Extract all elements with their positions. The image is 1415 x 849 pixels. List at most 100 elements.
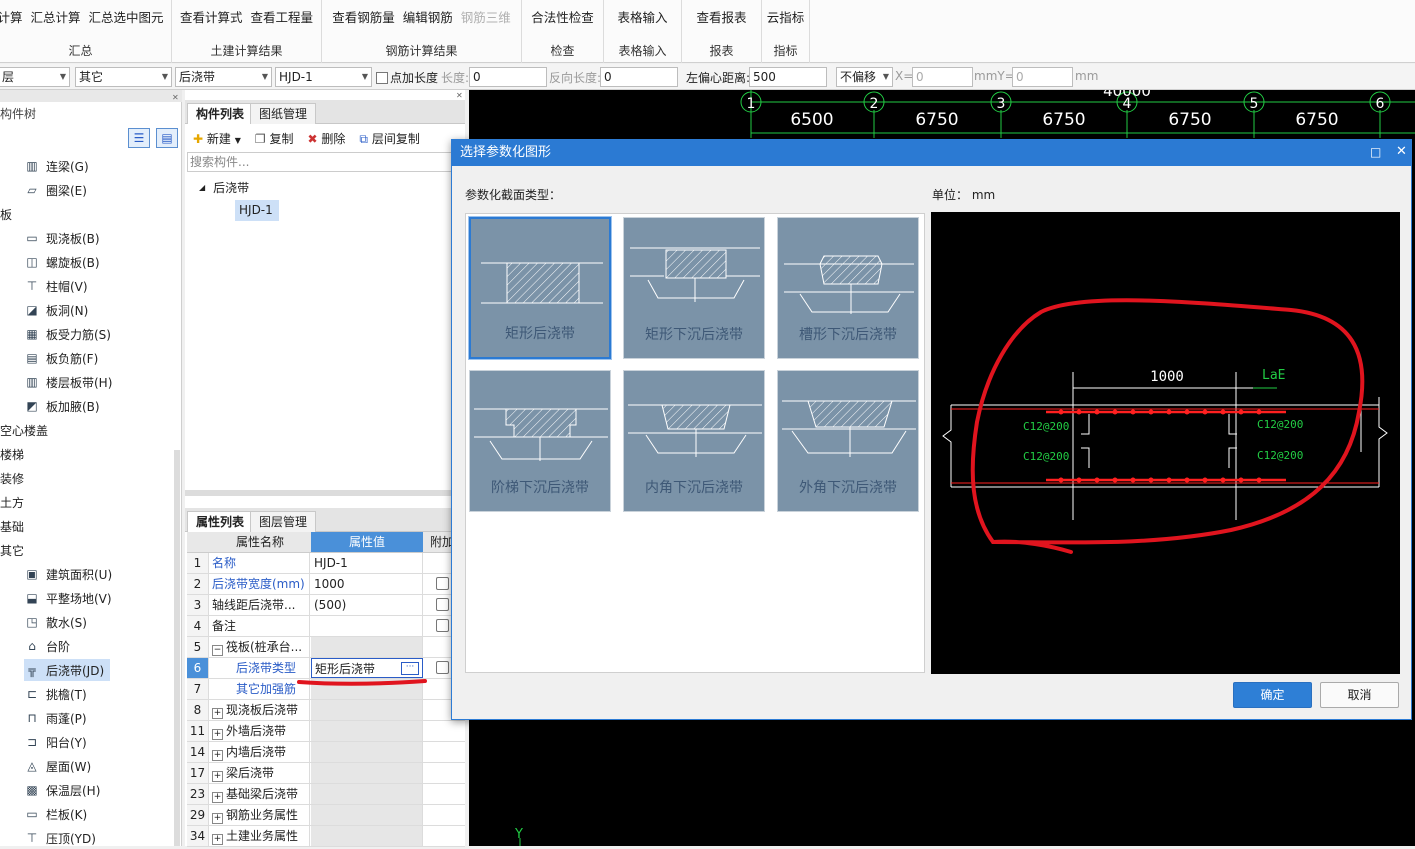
tree-item[interactable]: 楼梯 [0,443,24,465]
expand-icon[interactable]: + [212,750,223,761]
property-value[interactable] [311,742,423,762]
left-offset-input[interactable]: 500 [749,67,827,87]
tree-item-hjd1[interactable]: HJD-1 [235,200,279,221]
property-row[interactable]: 3 轴线距后浇带... (500) [187,595,465,616]
tree-item[interactable]: ▱ 圈梁(E) [24,179,87,201]
shape-option[interactable]: 矩形后浇带 [469,217,611,359]
floor-select[interactable]: 层 ▼ [0,67,70,87]
tree-item[interactable]: ▥ 连梁(G) [24,155,88,177]
property-row[interactable]: 5− 筏板(桩承台... [187,637,465,658]
property-row[interactable]: 8 + 现浇板后浇带 [187,700,465,721]
shape-option[interactable]: 槽形下沉后浇带 [777,217,919,359]
shape-option[interactable]: 内角下沉后浇带 [623,370,765,512]
close-icon[interactable]: ✕ [172,93,179,102]
ribbon-button[interactable]: 计算 [0,7,22,26]
tab-layer-manage[interactable]: 图层管理 [250,511,317,532]
grid-view-icon[interactable]: ▤ [156,128,178,148]
tree-item[interactable]: ⌂ 台阶 [24,635,70,657]
ribbon-button[interactable]: 查看钢筋量 [332,7,395,26]
ribbon-button[interactable]: 查看报表 [696,7,746,26]
tree-item[interactable]: ⊓ 雨蓬(P) [24,707,86,729]
shape-option[interactable]: 阶梯下沉后浇带 [469,370,611,512]
shape-option[interactable]: 矩形下沉后浇带 [623,217,765,359]
tab-drawing-manage[interactable]: 图纸管理 [250,103,317,124]
property-row[interactable]: 4 备注 [187,616,465,637]
extra-checkbox[interactable] [436,661,449,674]
length-input[interactable]: 0 [469,67,547,87]
tree-root[interactable]: ◢ 后浇带 [199,179,249,196]
property-value[interactable]: HJD-1 [311,553,423,573]
property-row[interactable]: 2 后浇带宽度(mm) 1000 [187,574,465,595]
property-value[interactable] [311,826,423,846]
tree-item[interactable]: ⬓ 平整场地(V) [24,587,111,609]
tree-item[interactable]: ▤ 板负筋(F) [24,347,98,369]
property-value[interactable] [311,763,423,783]
tree-item[interactable]: ⊏ 挑檐(T) [24,683,87,705]
property-row[interactable]: 23 + 基础梁后浇带 [187,784,465,805]
tree-item[interactable]: ▩ 保温层(H) [24,779,100,801]
tree-item[interactable]: ▭ 栏板(K) [24,803,87,825]
expand-icon[interactable]: + [212,708,223,719]
new-button[interactable]: ✚ 新建 ▼ [193,130,241,147]
property-value[interactable] [311,805,423,825]
property-value[interactable] [311,721,423,741]
expand-icon[interactable]: + [212,771,223,782]
splitter[interactable] [185,490,465,496]
expand-icon[interactable]: + [212,729,223,740]
tab-component-list[interactable]: 构件列表 [187,103,254,124]
ribbon-button[interactable]: 汇总选中图元 [89,7,164,26]
ribbon-button[interactable]: 汇总计算 [30,7,80,26]
property-value[interactable] [311,616,423,636]
reverse-length-input[interactable]: 0 [600,67,678,87]
ribbon-button[interactable]: 合法性检查 [531,7,594,26]
expand-icon[interactable]: + [212,792,223,803]
property-row[interactable]: 29 + 钢筋业务属性 [187,805,465,826]
tab-property-list[interactable]: 属性列表 [187,511,254,532]
tree-item[interactable]: 板 [0,203,12,225]
tree-item[interactable]: ◳ 散水(S) [24,611,87,633]
copy-button[interactable]: ❐ 复制 [255,130,294,147]
tree-item[interactable]: ◫ 螺旋板(B) [24,251,99,273]
x-input[interactable]: 0 [912,67,973,87]
property-value[interactable] [311,700,423,720]
property-row[interactable]: 34 + 土建业务属性 [187,826,465,847]
tree-item[interactable]: ◪ 板洞(N) [24,299,88,321]
expand-icon[interactable]: + [212,813,223,824]
property-row[interactable]: 14 + 内墙后浇带 [187,742,465,763]
tree-item[interactable]: 空心楼盖 [0,419,48,441]
ok-button[interactable]: 确定 [1233,682,1312,708]
close-icon[interactable]: ✕ [1396,144,1407,159]
add-length-checkbox[interactable]: 点加长度 [376,69,438,86]
tree-item[interactable]: ◩ 板加腋(B) [24,395,99,417]
type-select[interactable]: 后浇带 ▼ [175,67,272,87]
tree-item[interactable]: ⊐ 阳台(Y) [24,731,87,753]
property-value[interactable] [311,637,423,657]
cancel-button[interactable]: 取消 [1320,682,1399,708]
ribbon-button[interactable]: 查看工程量 [251,7,314,26]
tree-item[interactable]: ▥ 楼层板带(H) [24,371,112,393]
tree-item[interactable]: ▣ 建筑面积(U) [24,563,112,585]
ribbon-button[interactable]: 编辑钢筋 [403,7,453,26]
expand-icon[interactable]: + [212,834,223,845]
category-select[interactable]: 其它 ▼ [75,67,172,87]
property-value[interactable] [311,784,423,804]
tree-item[interactable]: 装修 [0,467,24,489]
offset-mode-select[interactable]: 不偏移 ▼ [836,67,893,87]
component-select[interactable]: HJD-1 ▼ [275,67,372,87]
ribbon-button[interactable]: 表格输入 [617,7,667,26]
tree-item[interactable]: 基础 [0,515,24,537]
property-value[interactable]: (500) [311,595,423,615]
extra-checkbox[interactable] [436,598,449,611]
tree-item[interactable]: ╦ 后浇带(JD) [24,659,111,681]
property-value[interactable]: 1000 [311,574,423,594]
extra-checkbox[interactable] [436,577,449,590]
tree-item[interactable]: ▦ 板受力筋(S) [24,323,111,345]
property-row[interactable]: 11 + 外墙后浇带 [187,721,465,742]
delete-button[interactable]: ✖ 删除 [308,130,346,147]
floor-copy-button[interactable]: ⧉ 层间复制 [359,130,419,147]
ribbon-button[interactable]: 钢筋三维 [461,7,511,26]
close-icon[interactable]: ✕ [456,91,463,100]
tree-item[interactable]: 其它 [0,539,24,561]
collapse-icon[interactable]: − [212,645,223,656]
property-row[interactable]: 1 名称 HJD-1 [187,553,465,574]
